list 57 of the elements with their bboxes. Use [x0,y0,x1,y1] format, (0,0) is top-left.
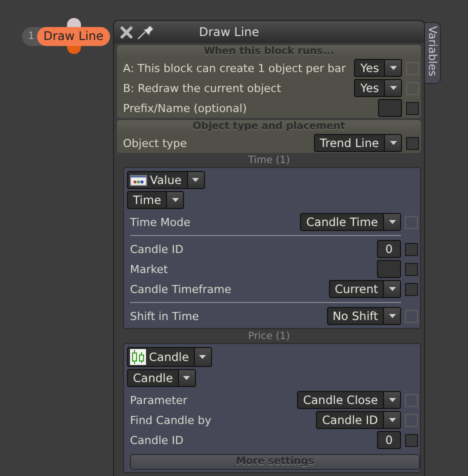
input-field[interactable]: 0 [377,240,401,258]
field-label: Prefix/Name (optional) [123,102,248,114]
caret-icon [388,418,396,422]
source-dropdown[interactable]: Value [127,171,205,189]
dropdown[interactable]: Current [328,280,401,298]
dropdown[interactable]: Candle ID [316,411,401,429]
block-node[interactable]: 1 Draw Line [22,27,110,46]
field-label: Time Mode [130,216,192,228]
group-title: Price (1) [247,331,291,343]
input-field[interactable] [378,99,402,117]
input-field[interactable] [377,260,401,278]
caret-icon [388,398,396,402]
field-label: Parameter [130,394,188,406]
pin-icon[interactable] [137,24,155,40]
group-title: Time (1) [247,155,291,167]
dropdown[interactable]: Candle Close [297,391,401,409]
caret-icon [390,66,396,70]
caret-icon [388,314,396,318]
checkbox[interactable] [405,282,418,296]
dropdown[interactable]: Candle Time [300,213,401,231]
caret-icon [172,198,179,202]
close-icon[interactable] [120,26,133,38]
caret-icon [388,220,396,224]
field-label: Candle ID [130,434,184,446]
value-icon [130,174,147,186]
dropdown[interactable]: Trend Line [314,134,402,152]
field-label: Find Candle by [130,414,212,426]
caret-icon [390,141,396,145]
source-dropdown[interactable]: Candle [127,347,212,367]
type-dropdown[interactable]: Candle [127,369,196,387]
caret-icon [183,376,190,380]
caret-icon [390,86,396,90]
checkbox[interactable] [406,102,419,114]
block-label[interactable]: Draw Line [37,27,110,46]
field-label: B: Redraw the current object [123,82,282,94]
side-tab[interactable]: Variables [424,22,441,84]
window-title: Draw Line [199,25,260,39]
dropdown[interactable]: Yes [354,79,402,97]
field-label: Candle Timeframe [130,282,232,296]
caret-icon [199,355,206,359]
block-number: 1 [28,31,34,42]
candle-icon [130,349,146,365]
dropdown[interactable]: Yes [354,59,402,77]
caret-icon [192,178,200,182]
input-field[interactable]: 0 [377,431,401,449]
field-label: Market [130,262,169,276]
dropdown[interactable]: No Shift [326,307,401,325]
field-label: Object type [123,136,188,150]
field-label: Shift in Time [130,310,200,322]
checkbox[interactable] [405,434,418,446]
caret-icon [388,287,396,291]
checkbox[interactable] [405,242,418,256]
type-dropdown[interactable]: Time [127,191,184,209]
field-label: Candle ID [130,242,184,256]
field-label: A: This block can create 1 object per bar [123,62,347,74]
checkbox[interactable] [406,136,419,150]
checkbox[interactable] [405,262,418,276]
